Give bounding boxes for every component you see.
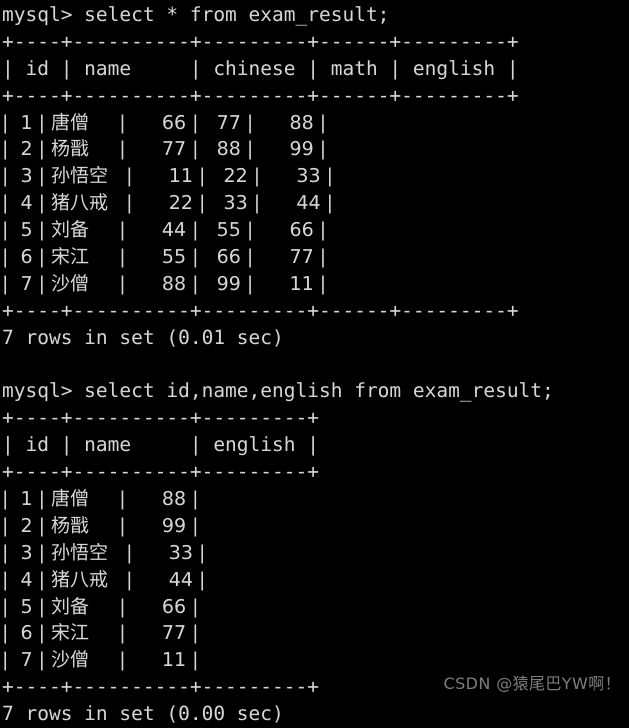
csdn-watermark: CSDN @猿尾巴YW啊！	[443, 674, 621, 693]
table-row: | 6 | 宋江 | 55 | 66 | 77 |	[2, 246, 327, 269]
table-top-border-query-1: +----+----------+---------+------+------…	[2, 29, 519, 53]
table-row: | 3 | 孙悟空 | 11 | 22 | 33 |	[2, 165, 334, 188]
table-row: | 5 | 刘备 | 66 |	[2, 595, 199, 618]
table-header-query-1: | id | name | chinese | math | english |	[2, 56, 519, 80]
prompt-line-query-1: mysql> select * from exam_result;	[2, 3, 390, 26]
terminal-window[interactable]: mysql> select * from exam_result; +----+…	[0, 0, 629, 725]
table-row: | 3 | 孙悟空 | 33 |	[2, 541, 206, 564]
table-bottom-border-query-1: +----+----------+---------+------+------…	[2, 298, 519, 322]
table-row: | 7 | 沙僧 | 88 | 99 | 11 |	[2, 272, 327, 295]
table-row: | 5 | 刘备 | 44 | 55 | 66 |	[2, 219, 327, 242]
table-row: | 2 | 杨戬 | 99 |	[2, 514, 199, 537]
table-header-border-query-1: +----+----------+---------+------+------…	[2, 83, 519, 107]
status-line-query-1: 7 rows in set (0.01 sec)	[2, 325, 284, 349]
table-top-border-query-2: +----+----------+---------+	[2, 406, 319, 430]
table-row: | 1 | 唐僧 | 66 | 77 | 88 |	[2, 111, 327, 134]
table-header-border-query-2: +----+----------+---------+	[2, 460, 319, 484]
table-header-query-2: | id | name | english |	[2, 433, 319, 457]
table-row: | 4 | 猪八戒 | 44 |	[2, 568, 206, 591]
table-row: | 6 | 宋江 | 77 |	[2, 622, 199, 645]
table-row: | 1 | 唐僧 | 88 |	[2, 488, 199, 511]
status-line-query-2: 7 rows in set (0.00 sec)	[2, 702, 284, 726]
table-row: | 4 | 猪八戒 | 22 | 33 | 44 |	[2, 192, 334, 215]
prompt-line-query-2: mysql> select id,name,english from exam_…	[2, 379, 554, 403]
table-row: | 2 | 杨戬 | 77 | 88 | 99 |	[2, 138, 327, 161]
